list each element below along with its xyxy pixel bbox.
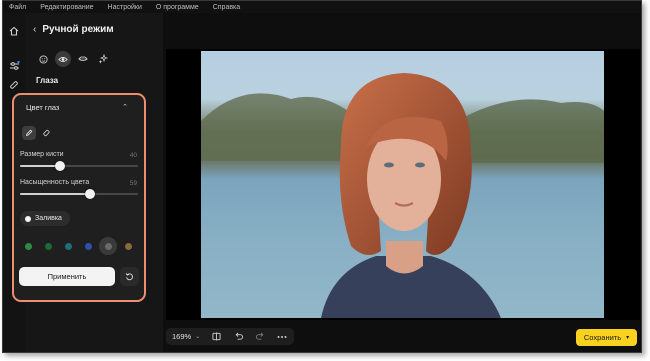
brush-size-label: Размер кисти (20, 151, 64, 158)
card-title[interactable]: Цвет глаз (26, 103, 59, 112)
saturation-label: Насыщенность цвета (20, 179, 90, 186)
saturation-value: 59 (129, 180, 137, 187)
bottom-toolbar: 169% ⌄ (166, 328, 295, 345)
color-swatch[interactable] (24, 242, 32, 250)
saturation-thumb[interactable] (84, 189, 95, 199)
eye-icon[interactable] (55, 51, 71, 67)
color-swatch-dot (84, 242, 92, 250)
section-title: Глаза (36, 76, 59, 85)
menu-help[interactable]: Справка (213, 4, 240, 11)
menu-file[interactable]: Файл (9, 4, 26, 11)
color-swatch-dot (64, 242, 72, 250)
reset-icon[interactable] (120, 267, 139, 286)
more-icon[interactable] (276, 331, 288, 343)
compare-icon[interactable] (210, 331, 222, 343)
menu-bar: Файл Редактирование Настройки О программ… (3, 1, 641, 13)
eraser-icon[interactable] (40, 126, 54, 140)
color-swatch-dot (44, 242, 52, 250)
brush-size-fill (20, 165, 61, 167)
color-swatch[interactable] (64, 242, 72, 250)
menu-settings[interactable]: Настройки (108, 4, 142, 11)
fill-toggle[interactable]: Заливка (20, 211, 70, 226)
fill-toggle-dot (25, 215, 31, 222)
color-swatch[interactable] (124, 242, 132, 250)
save-chevron-down-icon[interactable]: ▾ (626, 334, 629, 341)
apply-button[interactable]: Применить (19, 267, 115, 286)
app-window: Файл Редактирование Настройки О программ… (2, 0, 642, 353)
brush-size-thumb[interactable] (55, 161, 66, 171)
panel-header: ‹ Ручной режим (33, 24, 114, 35)
eye-color-card: Цвет глаз ⌃ Размер кисти 40 Насыщенность… (12, 93, 146, 302)
color-swatch-dot (24, 242, 32, 250)
saturation-fill (20, 193, 90, 195)
brush-tools (22, 126, 54, 140)
pencil-icon[interactable] (22, 126, 36, 140)
redo-icon[interactable] (254, 331, 266, 343)
menu-about[interactable]: О программе (156, 4, 199, 11)
home-icon[interactable] (8, 25, 20, 37)
portrait-photo (201, 51, 604, 318)
saturation-slider[interactable] (20, 189, 138, 199)
sliders-icon[interactable] (8, 60, 20, 72)
zoom-level[interactable]: 169% (172, 332, 191, 341)
brush-size-slider[interactable] (20, 161, 138, 171)
page-title: Ручной режим (42, 24, 114, 35)
face-icon[interactable] (35, 51, 51, 67)
lips-icon[interactable] (75, 51, 91, 67)
menu-edit[interactable]: Редактирование (40, 4, 93, 11)
undo-icon[interactable] (232, 331, 244, 343)
color-swatch[interactable] (84, 242, 92, 250)
chevron-left-icon[interactable]: ‹ (33, 24, 36, 35)
fill-toggle-label: Заливка (35, 215, 62, 222)
tool-tabs (35, 51, 111, 67)
chevron-up-icon[interactable]: ⌃ (122, 103, 128, 111)
color-swatch[interactable] (99, 237, 117, 255)
color-swatches (24, 237, 132, 255)
image-canvas[interactable] (166, 49, 640, 320)
color-swatch-dot (124, 242, 132, 250)
brush-size-value: 40 (129, 152, 137, 159)
bandage-icon[interactable] (8, 79, 20, 91)
color-swatch-dot (104, 242, 112, 250)
sparkles-icon[interactable] (95, 51, 111, 67)
save-button[interactable]: Сохранить ▾ (576, 329, 637, 346)
zoom-chevron-down-icon[interactable]: ⌄ (195, 333, 200, 340)
color-swatch[interactable] (44, 242, 52, 250)
save-label: Сохранить (583, 333, 622, 342)
